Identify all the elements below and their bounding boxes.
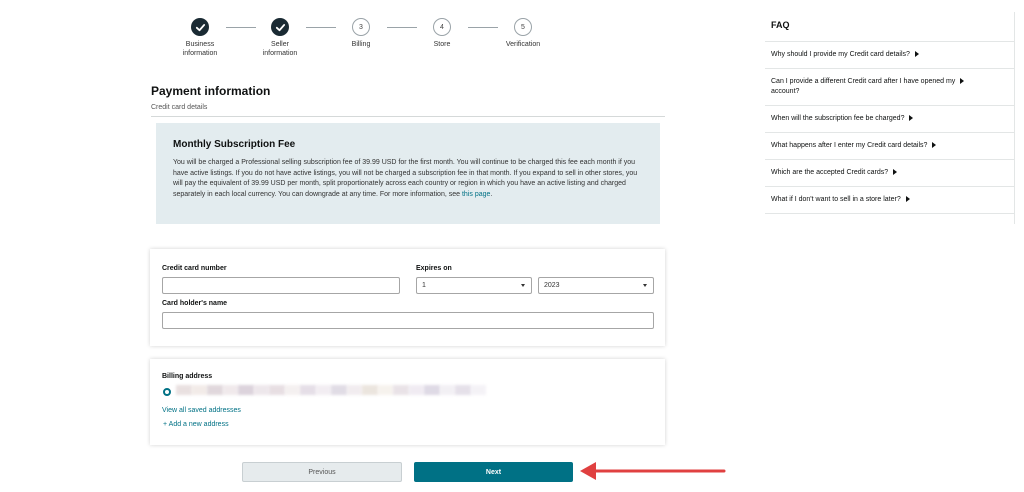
- notice-heading: Monthly Subscription Fee: [173, 139, 296, 150]
- billing-address-label: Billing address: [162, 373, 213, 380]
- this-page-link[interactable]: this page: [462, 191, 490, 198]
- progress-stepper: Business information Seller information 3 …: [170, 18, 570, 66]
- step-number: 3: [352, 18, 370, 36]
- section-subtitle: Credit card details: [151, 104, 208, 111]
- credit-card-number-label: Credit card number: [162, 265, 227, 272]
- chevron-down-icon: [521, 284, 525, 287]
- check-icon: [191, 18, 209, 36]
- next-button[interactable]: Next: [414, 462, 573, 482]
- chevron-down-icon: [643, 284, 647, 287]
- expiry-year-value: 2023: [544, 282, 560, 289]
- notice-body: You will be charged a Professional selli…: [173, 159, 638, 198]
- credit-card-number-input[interactable]: [162, 277, 400, 294]
- divider: [151, 116, 665, 117]
- step-number: 5: [514, 18, 532, 36]
- caret-right-icon: [893, 169, 898, 176]
- subscription-fee-notice: Monthly Subscription Fee You will be cha…: [156, 123, 660, 224]
- step-number: 4: [433, 18, 451, 36]
- step-label: Seller information: [262, 41, 298, 57]
- caret-right-icon: [905, 196, 910, 203]
- faq-item[interactable]: Why should I provide my Credit card deta…: [765, 42, 1014, 69]
- redacted-address: [176, 385, 486, 395]
- step-verification: 5 Verification: [493, 18, 553, 49]
- card-holder-name-label: Card holder's name: [162, 300, 228, 307]
- faq-item[interactable]: What if I don't want to sell in a store …: [765, 187, 1014, 214]
- step-label: Store: [433, 41, 451, 48]
- page-title: Payment information: [151, 84, 271, 98]
- step-business-information: Business information: [170, 18, 230, 58]
- billing-address-section: Billing address View all saved addresses…: [150, 359, 665, 445]
- caret-right-icon: [932, 142, 937, 149]
- view-all-saved-addresses-link[interactable]: View all saved addresses: [162, 407, 241, 414]
- step-label: Business information: [182, 41, 218, 57]
- step-store: 4 Store: [412, 18, 472, 49]
- check-icon: [271, 18, 289, 36]
- expiry-year-select[interactable]: 2023: [538, 277, 654, 294]
- faq-item[interactable]: What happens after I enter my Credit car…: [765, 133, 1014, 160]
- faq-panel: FAQ Why should I provide my Credit card …: [765, 12, 1015, 224]
- previous-button[interactable]: Previous: [242, 462, 402, 482]
- step-label: Billing: [351, 41, 371, 48]
- expiry-month-select[interactable]: 1: [416, 277, 532, 294]
- arrow-annotation-icon: [580, 462, 726, 480]
- step-seller-information: Seller information: [250, 18, 310, 58]
- card-holder-name-input[interactable]: [162, 312, 654, 329]
- expires-on-label: Expires on: [416, 265, 452, 272]
- caret-right-icon: [960, 78, 965, 85]
- caret-right-icon: [914, 51, 919, 58]
- step-label: Verification: [505, 41, 541, 48]
- expiry-month-value: 1: [422, 282, 426, 289]
- address-radio-button[interactable]: [163, 388, 171, 396]
- step-billing: 3 Billing: [331, 18, 391, 49]
- faq-item[interactable]: Which are the accepted Credit cards?: [765, 160, 1014, 187]
- faq-title: FAQ: [765, 12, 1014, 42]
- caret-right-icon: [909, 115, 914, 122]
- credit-card-form: Credit card number Expires on 1 2023 Car…: [150, 249, 665, 346]
- add-new-address-link[interactable]: + Add a new address: [163, 421, 229, 428]
- faq-item[interactable]: When will the subscription fee be charge…: [765, 106, 1014, 133]
- faq-item[interactable]: Can I provide a different Credit card af…: [765, 69, 1014, 106]
